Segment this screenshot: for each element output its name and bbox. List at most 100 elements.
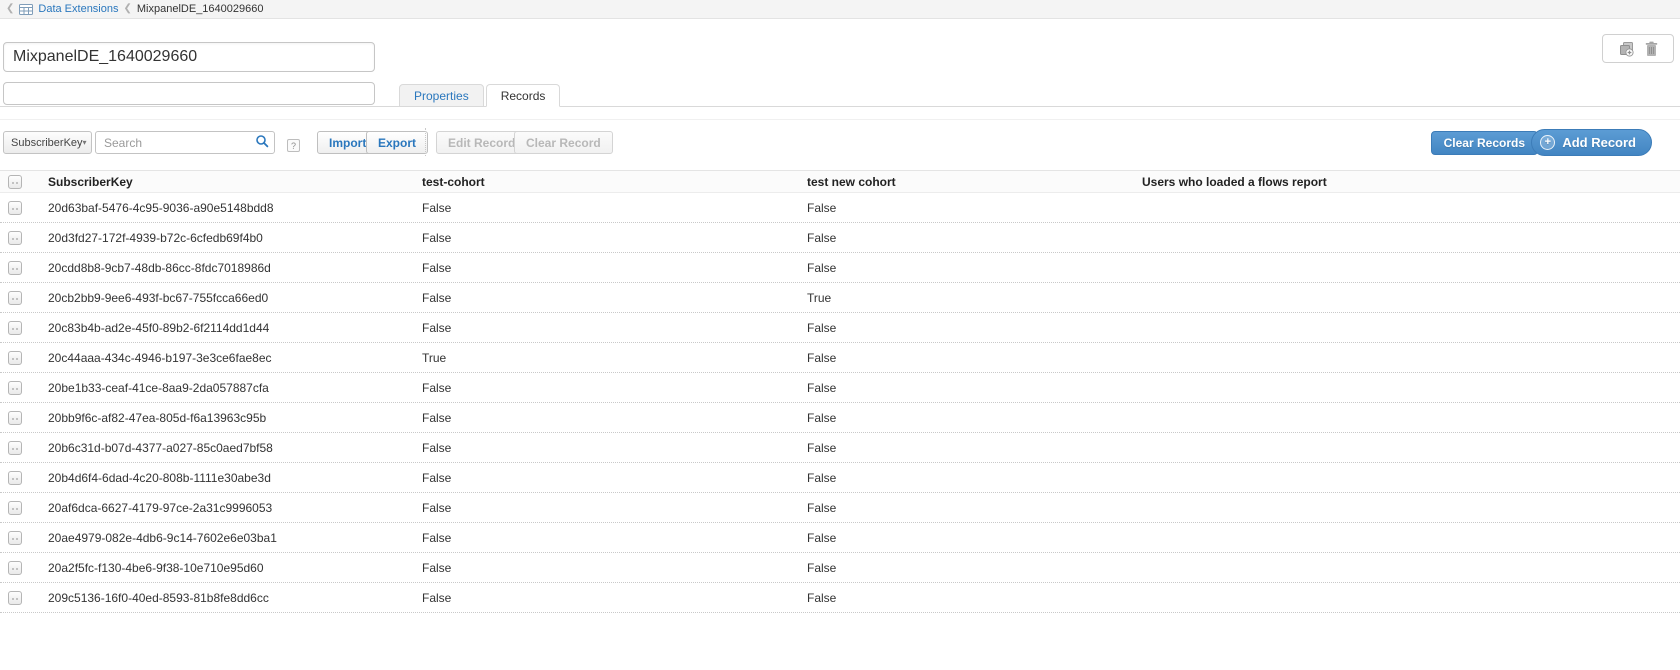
- cell-test-cohort: False: [422, 501, 807, 515]
- cell-test-new-cohort: False: [807, 411, 1142, 425]
- cell-subscriberkey: 20c44aaa-434c-4946-b197-3e3ce6fae8ec: [40, 351, 422, 365]
- row-checkbox[interactable]: [8, 381, 22, 395]
- cell-subscriberkey: 20b6c31d-b07d-4377-a027-85c0aed7bf58: [40, 441, 422, 455]
- cell-test-cohort: False: [422, 321, 807, 335]
- records-table: SubscriberKey test-cohort test new cohor…: [0, 170, 1680, 613]
- cell-test-new-cohort: False: [807, 201, 1142, 215]
- row-checkbox[interactable]: [8, 501, 22, 515]
- tab-properties[interactable]: Properties: [399, 84, 484, 107]
- column-header-test-cohort: test-cohort: [422, 175, 807, 189]
- add-record-label: Add Record: [1562, 135, 1636, 150]
- cell-test-cohort: False: [422, 201, 807, 215]
- copy-icon[interactable]: [1618, 41, 1635, 57]
- clear-records-button[interactable]: Clear Records: [1431, 131, 1538, 155]
- cell-subscriberkey: 20bb9f6c-af82-47ea-805d-f6a13963c95b: [40, 411, 422, 425]
- row-checkbox[interactable]: [8, 201, 22, 215]
- search-field-dropdown-value: SubscriberKey: [11, 137, 83, 149]
- table-row[interactable]: 20cb2bb9-9ee6-493f-bc67-755fcca66ed0 Fal…: [0, 283, 1680, 313]
- table-row[interactable]: 20af6dca-6627-4179-97ce-2a31c9996053 Fal…: [0, 493, 1680, 523]
- row-checkbox[interactable]: [8, 561, 22, 575]
- row-checkbox[interactable]: [8, 261, 22, 275]
- table-header-row: SubscriberKey test-cohort test new cohor…: [0, 170, 1680, 193]
- cell-subscriberkey: 20b4d6f4-6dad-4c20-808b-1111e30abe3d: [40, 471, 422, 485]
- search-box: [95, 131, 275, 154]
- column-header-users-flows-report: Users who loaded a flows report: [1142, 175, 1680, 189]
- cell-test-new-cohort: False: [807, 441, 1142, 455]
- breadcrumb-back-chevron-icon[interactable]: ❮: [6, 4, 14, 14]
- export-button[interactable]: Export: [366, 131, 428, 154]
- add-record-button[interactable]: + Add Record: [1531, 129, 1652, 156]
- cell-test-cohort: False: [422, 531, 807, 545]
- cell-test-new-cohort: False: [807, 591, 1142, 605]
- chevron-down-icon: ▾: [83, 138, 87, 147]
- cell-subscriberkey: 20af6dca-6627-4179-97ce-2a31c9996053: [40, 501, 422, 515]
- cell-test-new-cohort: True: [807, 291, 1142, 305]
- row-checkbox[interactable]: [8, 351, 22, 365]
- cell-test-new-cohort: False: [807, 261, 1142, 275]
- cell-subscriberkey: 20a2f5fc-f130-4be6-9f38-10e710e95d60: [40, 561, 422, 575]
- search-field-dropdown[interactable]: SubscriberKey ▾: [3, 131, 92, 154]
- records-toolbar: SubscriberKey ▾ ? Import Export Edit Rec…: [0, 119, 1680, 162]
- cell-test-new-cohort: False: [807, 561, 1142, 575]
- cell-test-new-cohort: False: [807, 471, 1142, 485]
- cell-test-cohort: False: [422, 441, 807, 455]
- plus-icon: +: [1540, 135, 1555, 150]
- row-checkbox[interactable]: [8, 471, 22, 485]
- table-row[interactable]: 20d3fd27-172f-4939-b72c-6cfedb69f4b0 Fal…: [0, 223, 1680, 253]
- table-row[interactable]: 20a2f5fc-f130-4be6-9f38-10e710e95d60 Fal…: [0, 553, 1680, 583]
- table-row[interactable]: 20ae4979-082e-4db6-9c14-7602e6e03ba1 Fal…: [0, 523, 1680, 553]
- cell-test-cohort: False: [422, 411, 807, 425]
- cell-test-cohort: False: [422, 291, 807, 305]
- tab-records[interactable]: Records: [486, 84, 561, 107]
- search-input[interactable]: [95, 131, 275, 154]
- row-checkbox[interactable]: [8, 231, 22, 245]
- data-extension-grid-icon: [19, 4, 33, 15]
- help-icon[interactable]: ?: [287, 139, 300, 152]
- breadcrumb-current-item: MixpanelDE_1640029660: [137, 3, 264, 15]
- search-icon: [255, 134, 269, 151]
- row-checkbox[interactable]: [8, 591, 22, 605]
- row-checkbox[interactable]: [8, 291, 22, 305]
- cell-test-cohort: False: [422, 471, 807, 485]
- row-checkbox[interactable]: [8, 531, 22, 545]
- column-header-subscriberkey: SubscriberKey: [40, 175, 422, 189]
- row-checkbox[interactable]: [8, 321, 22, 335]
- row-checkbox[interactable]: [8, 411, 22, 425]
- table-row[interactable]: 20d63baf-5476-4c95-9036-a90e5148bdd8 Fal…: [0, 193, 1680, 223]
- cell-subscriberkey: 20cdd8b8-9cb7-48db-86cc-8fdc7018986d: [40, 261, 422, 275]
- table-row[interactable]: 20cdd8b8-9cb7-48db-86cc-8fdc7018986d Fal…: [0, 253, 1680, 283]
- data-extension-records-page: ❮ Data Extensions ❮ MixpanelDE_164002966…: [0, 0, 1680, 670]
- cell-test-cohort: False: [422, 231, 807, 245]
- cell-subscriberkey: 20be1b33-ceaf-41ce-8aa9-2da057887cfa: [40, 381, 422, 395]
- table-body: 20d63baf-5476-4c95-9036-a90e5148bdd8 Fal…: [0, 193, 1680, 613]
- toolbar-divider: [425, 128, 426, 156]
- cell-subscriberkey: 20d63baf-5476-4c95-9036-a90e5148bdd8: [40, 201, 422, 215]
- cell-test-new-cohort: False: [807, 501, 1142, 515]
- table-row[interactable]: 20b4d6f4-6dad-4c20-808b-1111e30abe3d Fal…: [0, 463, 1680, 493]
- table-row[interactable]: 20bb9f6c-af82-47ea-805d-f6a13963c95b Fal…: [0, 403, 1680, 433]
- cell-test-new-cohort: False: [807, 351, 1142, 365]
- table-row[interactable]: 20c83b4b-ad2e-45f0-89b2-6f2114dd1d44 Fal…: [0, 313, 1680, 343]
- cell-subscriberkey: 20ae4979-082e-4db6-9c14-7602e6e03ba1: [40, 531, 422, 545]
- cell-test-cohort: False: [422, 591, 807, 605]
- breadcrumb-link-data-extensions[interactable]: Data Extensions: [38, 3, 118, 15]
- tab-bar: Properties Records: [0, 84, 1680, 107]
- cell-test-new-cohort: False: [807, 531, 1142, 545]
- clear-record-button[interactable]: Clear Record: [514, 131, 613, 154]
- trash-icon[interactable]: [1645, 41, 1658, 57]
- row-checkbox[interactable]: [8, 441, 22, 455]
- cell-subscriberkey: 209c5136-16f0-40ed-8593-81b8fe8dd6cc: [40, 591, 422, 605]
- cell-subscriberkey: 20c83b4b-ad2e-45f0-89b2-6f2114dd1d44: [40, 321, 422, 335]
- cell-subscriberkey: 20d3fd27-172f-4939-b72c-6cfedb69f4b0: [40, 231, 422, 245]
- table-row[interactable]: 20be1b33-ceaf-41ce-8aa9-2da057887cfa Fal…: [0, 373, 1680, 403]
- cell-test-cohort: False: [422, 261, 807, 275]
- breadcrumb-separator-chevron-icon: ❮: [124, 4, 132, 14]
- search-button[interactable]: [251, 133, 273, 152]
- extension-name-field[interactable]: [3, 42, 375, 72]
- table-row[interactable]: 20c44aaa-434c-4946-b197-3e3ce6fae8ec Tru…: [0, 343, 1680, 373]
- column-header-test-new-cohort: test new cohort: [807, 175, 1142, 189]
- table-row[interactable]: 209c5136-16f0-40ed-8593-81b8fe8dd6cc Fal…: [0, 583, 1680, 613]
- cell-subscriberkey: 20cb2bb9-9ee6-493f-bc67-755fcca66ed0: [40, 291, 422, 305]
- table-row[interactable]: 20b6c31d-b07d-4377-a027-85c0aed7bf58 Fal…: [0, 433, 1680, 463]
- select-all-checkbox[interactable]: [8, 175, 22, 189]
